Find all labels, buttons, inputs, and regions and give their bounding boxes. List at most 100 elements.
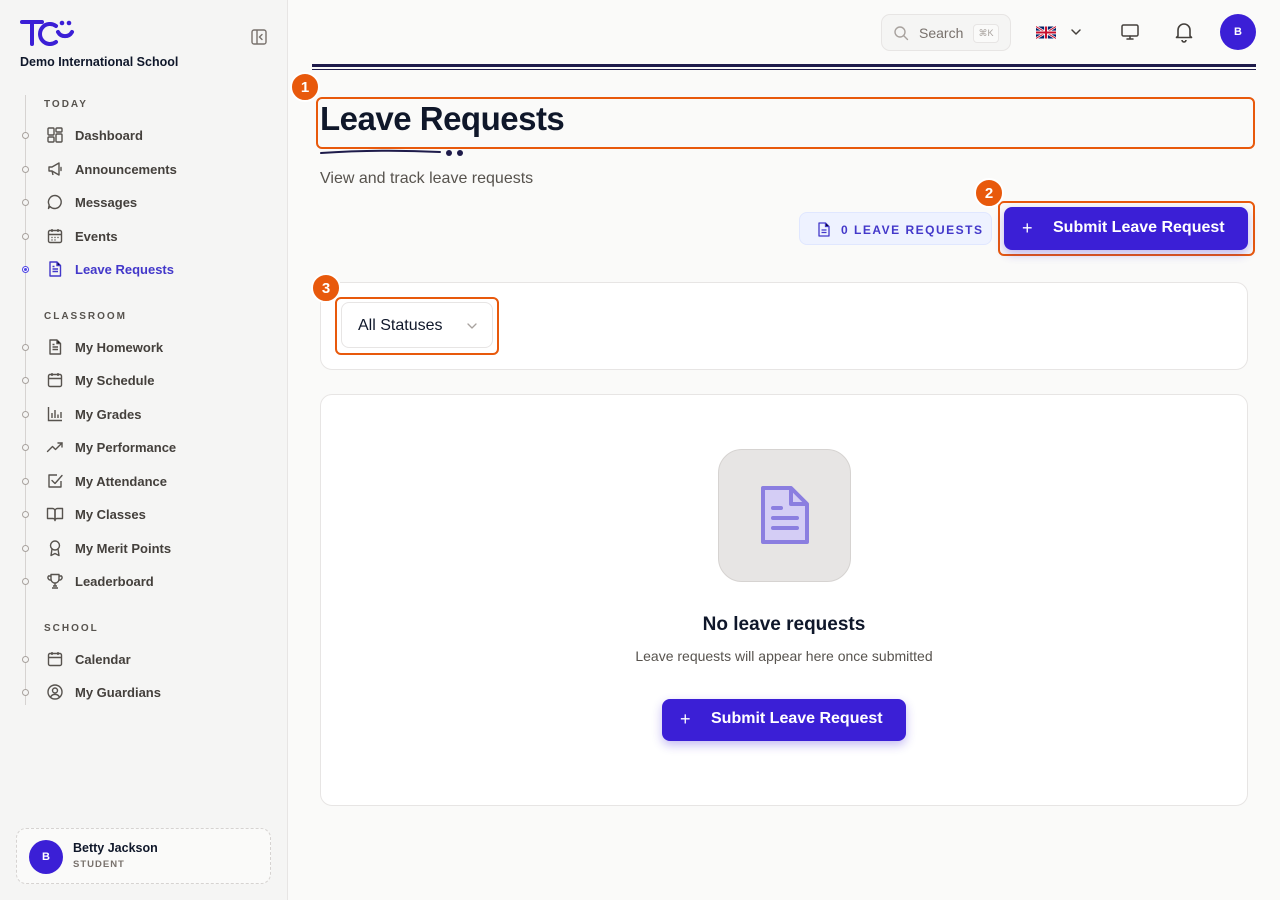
section-label-classroom: CLASSROOM <box>44 311 127 322</box>
nav-dot <box>22 577 29 585</box>
document-icon <box>761 486 809 544</box>
count-text: 0 LEAVE REQUESTS <box>841 223 984 237</box>
sidebar-item-my-performance[interactable]: My Performance <box>20 432 270 462</box>
user-name: Betty Jackson <box>73 841 158 855</box>
uk-flag-icon <box>1036 25 1056 39</box>
button-label: Submit Leave Request <box>711 710 883 727</box>
notification-bell-icon[interactable] <box>1172 19 1196 43</box>
annotation-marker-3: 3 <box>311 273 341 303</box>
document-icon <box>818 222 830 237</box>
bar-chart-icon <box>47 407 62 422</box>
sidebar-item-label: Announcements <box>75 161 177 177</box>
search-placeholder: Search <box>919 25 964 41</box>
header-divider <box>312 64 1256 67</box>
nav-dot <box>22 376 29 384</box>
nav-dot <box>22 477 29 485</box>
nav-dot <box>22 688 29 696</box>
award-icon <box>49 540 61 557</box>
search-shortcut: ⌘K <box>973 24 999 43</box>
search-input[interactable]: Search ⌘K <box>881 14 1011 51</box>
sidebar-item-leave-requests[interactable]: Leave Requests <box>20 254 270 284</box>
nav-dot <box>22 131 29 139</box>
sidebar-item-dashboard[interactable]: Dashboard <box>20 120 270 150</box>
sidebar-item-label: My Homework <box>75 339 164 355</box>
user-role: STUDENT <box>73 859 125 870</box>
empty-state-icon-box <box>718 449 851 582</box>
button-label: Submit Leave Request <box>1053 219 1225 236</box>
sidebar-item-label: My Guardians <box>75 684 161 700</box>
collapse-sidebar-icon[interactable] <box>250 28 268 46</box>
display-icon[interactable] <box>1118 20 1142 44</box>
sidebar-item-label: Messages <box>75 194 138 210</box>
checkbox-icon <box>48 474 63 488</box>
sidebar-item-calendar[interactable]: Calendar <box>20 644 270 674</box>
document-icon <box>49 339 62 355</box>
sidebar-item-label: Leaderboard <box>75 573 154 589</box>
sidebar-item-label: My Performance <box>75 439 177 455</box>
section-label-today: TODAY <box>44 99 88 110</box>
annotation-marker-2: 2 <box>974 178 1004 208</box>
sidebar-item-messages[interactable]: Messages <box>20 187 270 217</box>
calendar-icon <box>47 229 63 244</box>
submit-leave-request-button[interactable]: + Submit Leave Request <box>1004 207 1248 250</box>
section-label-school: SCHOOL <box>44 623 99 634</box>
sidebar-item-label: My Schedule <box>75 372 155 388</box>
sidebar-item-leaderboard[interactable]: Leaderboard <box>20 566 270 596</box>
nav-dot-active <box>22 265 29 273</box>
language-selector[interactable] <box>1036 20 1086 44</box>
trending-up-icon <box>46 442 63 453</box>
search-icon <box>894 26 909 41</box>
user-circle-icon <box>47 684 63 700</box>
nav-dot <box>22 198 29 206</box>
title-underline-decoration <box>320 149 463 156</box>
sidebar-item-label: My Merit Points <box>75 540 172 556</box>
sidebar-item-label: Dashboard <box>75 127 143 143</box>
school-logo <box>20 20 74 46</box>
leave-requests-count-badge: 0 LEAVE REQUESTS <box>799 212 992 245</box>
empty-state-description: Leave requests will appear here once sub… <box>635 648 933 664</box>
avatar[interactable]: B <box>1220 14 1256 50</box>
plus-icon: + <box>680 709 691 729</box>
page-subtitle: View and track leave requests <box>320 170 534 187</box>
sidebar-item-my-merit-points[interactable]: My Merit Points <box>20 533 270 563</box>
empty-state-title: No leave requests <box>702 614 866 635</box>
sidebar-item-label: My Grades <box>75 406 142 422</box>
status-filter-select[interactable]: All Statuses <box>341 302 493 348</box>
book-icon <box>46 507 64 522</box>
nav-dot <box>22 443 29 451</box>
sidebar-item-label: My Classes <box>75 506 146 522</box>
sidebar-item-label: Calendar <box>75 651 131 667</box>
nav-dot <box>22 165 29 173</box>
sidebar-item-my-attendance[interactable]: My Attendance <box>20 466 270 496</box>
nav-dot <box>22 232 29 240</box>
megaphone-icon <box>48 162 62 176</box>
page-title: Leave Requests <box>320 100 565 137</box>
plus-icon: + <box>1022 218 1033 238</box>
user-profile-card[interactable]: B Betty Jackson STUDENT <box>16 828 271 884</box>
sidebar: Demo International School TODAY Dashboar… <box>0 0 288 900</box>
header-divider-thin <box>312 69 1256 70</box>
nav-dot <box>22 410 29 418</box>
chevron-down-icon <box>467 323 477 329</box>
sidebar-item-my-grades[interactable]: My Grades <box>20 399 270 429</box>
nav-dot <box>22 510 29 518</box>
sidebar-item-events[interactable]: Events <box>20 221 270 251</box>
submit-leave-request-button[interactable]: + Submit Leave Request <box>662 699 906 741</box>
document-icon <box>49 261 62 277</box>
sidebar-item-label: Events <box>75 228 118 244</box>
dashboard-icon <box>47 127 63 143</box>
sidebar-item-my-guardians[interactable]: My Guardians <box>20 677 270 707</box>
message-icon <box>47 194 62 210</box>
sidebar-item-label: My Attendance <box>75 473 167 489</box>
sidebar-item-my-classes[interactable]: My Classes <box>20 499 270 529</box>
sidebar-item-announcements[interactable]: Announcements <box>20 154 270 184</box>
nav-dot <box>22 343 29 351</box>
avatar: B <box>29 840 63 874</box>
sidebar-item-label: Leave Requests <box>75 261 174 277</box>
annotation-marker-1: 1 <box>290 72 320 102</box>
school-name: Demo International School <box>20 55 179 69</box>
trophy-icon <box>47 573 63 589</box>
nav-dot <box>22 655 29 663</box>
sidebar-item-my-schedule[interactable]: My Schedule <box>20 365 270 395</box>
sidebar-item-my-homework[interactable]: My Homework <box>20 332 270 362</box>
